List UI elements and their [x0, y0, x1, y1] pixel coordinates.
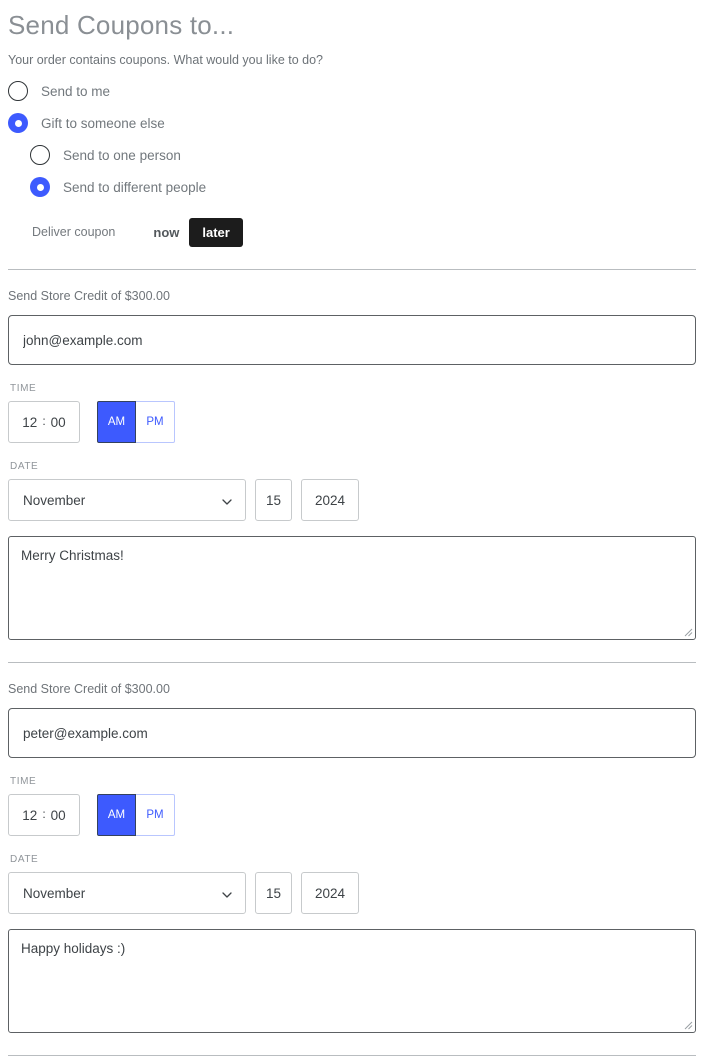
month-value: November	[23, 492, 86, 508]
page-title: Send Coupons to...	[8, 10, 235, 40]
radio-icon[interactable]	[8, 81, 28, 102]
email-field[interactable]	[8, 315, 696, 366]
month-select[interactable]: November	[8, 872, 246, 915]
radio-option-send-to-one-person[interactable]: Send to one person	[30, 140, 696, 170]
message-wrapper	[8, 536, 696, 641]
section-divider	[8, 662, 696, 664]
recipient-section-1: Send Store Credit of $300.00 TIME 12 : 0…	[8, 289, 696, 641]
time-hour: 12	[22, 807, 38, 823]
time-separator: :	[42, 807, 46, 822]
day-field[interactable]: 15	[255, 479, 292, 522]
radio-label: Gift to someone else	[41, 115, 165, 131]
meridiem-toggle: AM PM	[97, 794, 175, 837]
radio-option-gift-to-someone-else[interactable]: Gift to someone else	[8, 108, 696, 138]
recipient-radio-group: Send to me Gift to someone else Send to …	[8, 76, 696, 202]
radio-label: Send to different people	[63, 179, 207, 195]
date-row: November 15 2024	[8, 479, 696, 522]
page-subtitle: Your order contains coupons. What would …	[8, 53, 324, 68]
deliver-coupon-label: Deliver coupon	[32, 225, 116, 240]
time-label: TIME	[10, 776, 37, 788]
date-label: DATE	[10, 461, 39, 473]
am-button[interactable]: AM	[97, 794, 136, 837]
section-title: Send Store Credit of $300.00	[8, 682, 170, 697]
time-minute: 00	[50, 414, 66, 430]
meridiem-toggle: AM PM	[97, 401, 175, 444]
message-wrapper	[8, 929, 696, 1034]
am-button[interactable]: AM	[97, 401, 136, 444]
section-divider	[8, 269, 696, 271]
radio-option-send-to-me[interactable]: Send to me	[8, 76, 696, 106]
send-coupons-page: Send Coupons to... Your order contains c…	[0, 10, 704, 1056]
time-hour: 12	[22, 414, 38, 430]
pm-button[interactable]: PM	[136, 401, 175, 444]
time-label: TIME	[10, 383, 37, 395]
email-field[interactable]	[8, 708, 696, 759]
time-row: 12 : 00 AM PM	[8, 794, 696, 837]
date-row: November 15 2024	[8, 872, 696, 915]
time-input[interactable]: 12 : 00	[8, 401, 80, 444]
deliver-later-button[interactable]: later	[189, 217, 243, 247]
day-field[interactable]: 15	[255, 872, 292, 915]
message-textarea[interactable]	[8, 536, 696, 641]
year-field[interactable]: 2024	[301, 872, 359, 915]
message-textarea[interactable]	[8, 929, 696, 1034]
chevron-down-icon	[222, 890, 232, 899]
radio-icon-selected[interactable]	[30, 177, 50, 198]
pm-button[interactable]: PM	[136, 794, 175, 837]
time-row: 12 : 00 AM PM	[8, 401, 696, 444]
time-separator: :	[42, 414, 46, 429]
date-label: DATE	[10, 854, 39, 866]
time-minute: 00	[50, 807, 66, 823]
radio-label: Send to one person	[63, 147, 181, 163]
chevron-down-icon	[222, 497, 232, 506]
month-select[interactable]: November	[8, 479, 246, 522]
year-field[interactable]: 2024	[301, 479, 359, 522]
radio-icon-selected[interactable]	[8, 113, 28, 134]
time-input[interactable]: 12 : 00	[8, 794, 80, 837]
section-title: Send Store Credit of $300.00	[8, 289, 170, 304]
month-value: November	[23, 885, 86, 901]
deliver-now-button[interactable]: now	[143, 219, 189, 246]
deliver-coupon-toggle: Deliver coupon now later	[32, 217, 696, 247]
radio-option-send-to-different-people[interactable]: Send to different people	[30, 172, 696, 202]
radio-icon[interactable]	[30, 145, 50, 166]
recipient-section-2: Send Store Credit of $300.00 TIME 12 : 0…	[8, 682, 696, 1034]
radio-label: Send to me	[41, 83, 111, 99]
